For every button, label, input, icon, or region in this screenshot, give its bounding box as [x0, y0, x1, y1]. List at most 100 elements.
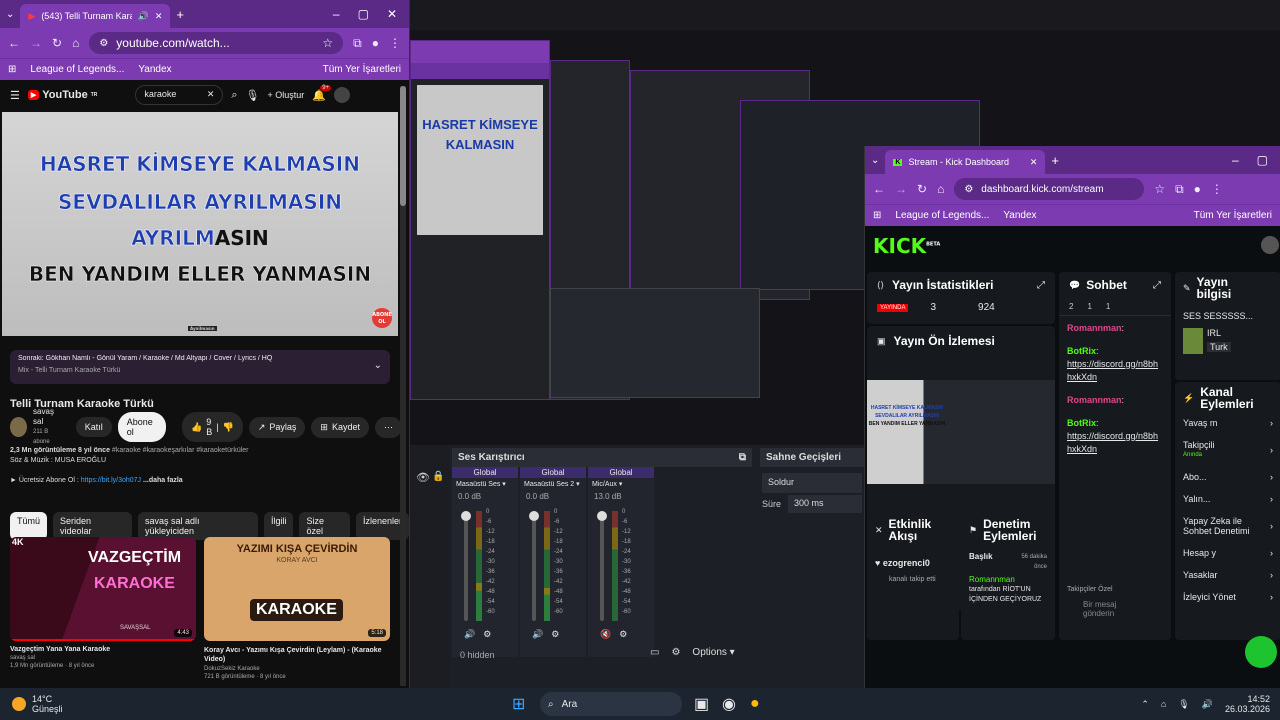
chat-user[interactable]: BotRix	[1067, 346, 1096, 356]
apps-grid-icon[interactable]: ⊞	[8, 64, 16, 75]
avatar[interactable]	[1261, 236, 1279, 254]
profile-icon[interactable]: ●	[372, 36, 379, 50]
next-up-card[interactable]: Sonraki: Gökhan Namlı - Gönül Yaram / Ka…	[10, 350, 390, 384]
network-icon[interactable]: ⌂	[1161, 699, 1166, 709]
start-icon[interactable]: ⊞	[512, 694, 525, 714]
subscribe-button[interactable]: Abone ol	[117, 412, 166, 442]
channel-name[interactable]: savaş sal	[33, 407, 62, 427]
action-item[interactable]: Yalın... ›	[1183, 494, 1273, 504]
more-actions-icon[interactable]: ⋯	[375, 416, 402, 438]
rec-thumb-2[interactable]: YAZIMI KIŞA ÇEVİRDİN KORAY AVCI KARAOKE …	[204, 537, 390, 641]
mute-icon[interactable]: 🔊	[532, 629, 543, 640]
tab-close-icon[interactable]: ✕	[1030, 157, 1038, 168]
promo-link[interactable]: https://bit.ly/3oh07J	[81, 477, 141, 484]
forward-icon[interactable]: →	[895, 182, 907, 196]
category[interactable]: IRL	[1207, 328, 1231, 338]
close-window-icon[interactable]: ✕	[387, 7, 397, 21]
tab-close-icon[interactable]: ✕	[155, 11, 163, 22]
apps-grid-icon[interactable]: ⊞	[873, 210, 881, 221]
bookmark-lol[interactable]: League of Legends...	[30, 64, 124, 75]
youtube-logo[interactable]: ▶ YouTube TR	[27, 89, 97, 101]
chat-user[interactable]: Romannman	[1067, 323, 1122, 333]
action-item[interactable]: Abo... ›	[1183, 472, 1273, 482]
save-button[interactable]: ⊞ Kaydet	[311, 416, 369, 438]
rec-channel-1[interactable]: savaş sal	[10, 655, 196, 661]
home-icon[interactable]: ⌂	[937, 182, 944, 196]
obs-app-icon[interactable]: ◉	[722, 694, 736, 714]
share-button[interactable]: ↗ Paylaş	[248, 416, 306, 438]
address-bar[interactable]: ⚙ dashboard.kick.com/stream	[954, 178, 1145, 200]
new-tab-icon[interactable]: +	[176, 7, 184, 22]
more-link[interactable]: ...daha fazla	[143, 477, 183, 484]
create-button[interactable]: + Oluştur	[268, 90, 305, 100]
bookmark-folder[interactable]: Tüm Yer İşaretleri	[323, 64, 401, 75]
mute-icon[interactable]: 🔇	[600, 629, 611, 640]
hamburger-menu-icon[interactable]: ☰	[10, 89, 20, 102]
new-tab-icon[interactable]: +	[1051, 153, 1059, 168]
action-item[interactable]: Hesap y ›	[1183, 548, 1273, 558]
notifications-icon[interactable]: 🔔 9+	[312, 84, 332, 102]
action-item[interactable]: Yavaş m ›	[1183, 418, 1273, 428]
action-item[interactable]: İzleyici Yönet ›	[1183, 592, 1273, 602]
action-item[interactable]: Yapay Zeka ile Sohbet Denetimi ›	[1183, 516, 1273, 536]
tab-search-icon[interactable]: ⌄	[871, 155, 879, 166]
kick-tab[interactable]: K Stream - Kick Dashboard ✕	[885, 150, 1046, 174]
tab-audio-icon[interactable]: 🔊	[138, 11, 149, 22]
clock[interactable]: 14:52 26.03.2026	[1225, 694, 1270, 714]
taskbar-search[interactable]: ⌕ Ara	[540, 692, 682, 716]
youtube-tab[interactable]: ▶ (543) Telli Turnam Karaoke Türkü 🔊 ✕	[20, 4, 171, 28]
task-view-icon[interactable]: ▣	[694, 694, 709, 714]
chat-user[interactable]: Romannman	[1067, 395, 1122, 405]
volume-slider-handle[interactable]	[597, 511, 607, 521]
clear-search-icon[interactable]: ✕	[207, 89, 215, 101]
volume-slider-handle[interactable]	[461, 511, 471, 521]
bookmark-lol[interactable]: League of Legends...	[895, 210, 989, 221]
address-bar[interactable]: ⚙ youtube.com/watch... ☆	[89, 32, 344, 54]
tab-search-icon[interactable]: ⌄	[6, 9, 14, 20]
channel-settings-icon[interactable]: ⚙	[483, 629, 491, 640]
profile-icon[interactable]: ●	[1194, 182, 1201, 196]
chat-input[interactable]: Bir mesaj gönderin	[1083, 600, 1131, 618]
bookmark-folder[interactable]: Tüm Yer İşaretleri	[1194, 210, 1272, 221]
minimize-icon[interactable]: –	[1232, 153, 1239, 167]
mod-item-user[interactable]: Romannman	[969, 575, 1047, 585]
menu-kebab-icon[interactable]: ⋮	[389, 36, 401, 50]
bookmark-star-icon[interactable]: ☆	[322, 36, 333, 50]
expand-icon[interactable]: ⤢	[1037, 280, 1045, 291]
volume-slider[interactable]	[597, 511, 607, 621]
rec-channel-2[interactable]: DokuzSekiz Karaoke	[204, 666, 390, 672]
popout-icon[interactable]: ⤢	[1153, 280, 1161, 291]
settings-gear-icon[interactable]: ⚙	[671, 647, 680, 658]
channel-name[interactable]: Masaüstü Ses ▾	[452, 478, 518, 490]
tray-chevron-icon[interactable]: ⌃	[1141, 699, 1149, 710]
back-icon[interactable]: ←	[873, 182, 885, 196]
avatar[interactable]	[333, 87, 350, 103]
action-item[interactable]: Takipçili Anında ›	[1183, 440, 1273, 460]
rec-video-2[interactable]: YAZIMI KIŞA ÇEVİRDİN KORAY AVCI KARAOKE …	[204, 537, 390, 680]
channel-settings-icon[interactable]: ⚙	[551, 629, 559, 640]
bookmark-yandex[interactable]: Yandex	[1003, 210, 1036, 221]
volume-slider[interactable]	[529, 511, 539, 621]
video-player[interactable]: HASRET KİMSEYE KALMASIN SEVDALILAR AYRIL…	[2, 112, 398, 336]
like-button[interactable]: 👍 9 B | 👎	[181, 412, 243, 442]
chip-for-you[interactable]: Size özel	[299, 512, 350, 540]
site-info-icon[interactable]: ⚙	[99, 38, 108, 49]
chip-related[interactable]: İlgili	[263, 512, 294, 540]
duration-input[interactable]: 300 ms	[788, 495, 862, 513]
chat-link[interactable]: https://discord.gg/n8bhhxkXdn	[1067, 359, 1158, 382]
scrollbar[interactable]	[400, 86, 406, 686]
back-icon[interactable]: ←	[8, 36, 20, 50]
chat-user[interactable]: BotRix	[1067, 418, 1096, 428]
kick-logo[interactable]: KICKBETA	[873, 234, 940, 258]
search-icon[interactable]: ⌕	[231, 89, 237, 102]
help-fab[interactable]	[1245, 636, 1277, 668]
chevron-down-icon[interactable]: ⌄	[374, 360, 382, 371]
bookmark-yandex[interactable]: Yandex	[138, 64, 171, 75]
extensions-icon[interactable]: ⧉	[1175, 182, 1184, 197]
mute-icon[interactable]: 🔊	[464, 629, 475, 640]
channel-name[interactable]: Masaüstü Ses 2 ▾	[520, 478, 586, 490]
site-info-icon[interactable]: ⚙	[964, 184, 973, 195]
reload-icon[interactable]: ↻	[52, 36, 62, 50]
join-button[interactable]: Katıl	[75, 417, 112, 437]
action-item[interactable]: Yasaklar ›	[1183, 570, 1273, 580]
